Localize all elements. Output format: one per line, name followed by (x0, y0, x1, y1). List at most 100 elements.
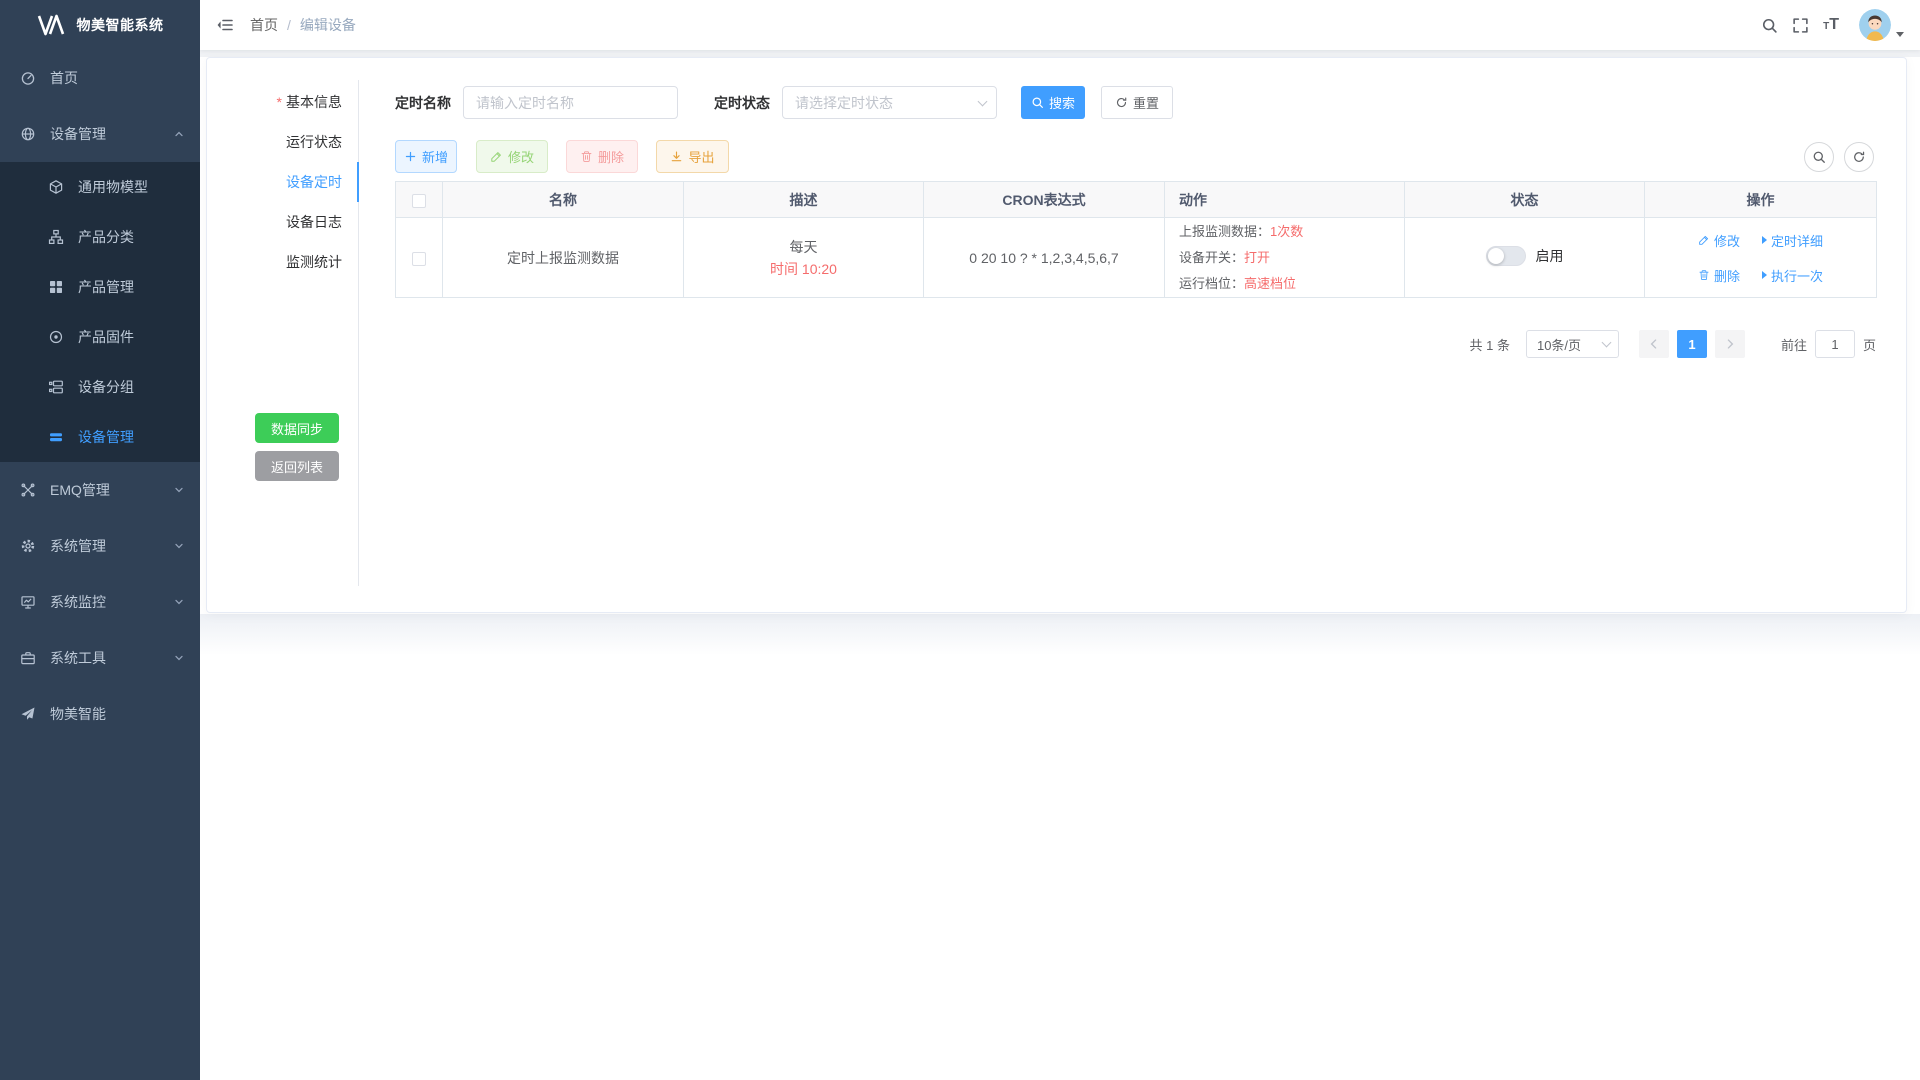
row-timer-detail-link[interactable]: 定时详细 (1762, 231, 1823, 250)
cell-name: 定时上报监测数据 (443, 218, 684, 298)
tab-run-status[interactable]: 运行状态 (207, 122, 358, 162)
timer-name-input[interactable] (463, 86, 678, 119)
breadcrumb: 首页 / 编辑设备 (250, 15, 356, 35)
cell-operations: 修改 定时详细 删除 (1645, 218, 1877, 298)
chevron-down-icon (174, 653, 184, 663)
refresh-icon (1115, 96, 1128, 109)
data-sync-button[interactable]: 数据同步 (255, 413, 339, 443)
emq-nodes-icon (20, 482, 36, 498)
search-icon (1031, 96, 1044, 109)
tab-label: 设备定时 (286, 174, 342, 190)
action-line: 运行档位：高速档位 (1179, 271, 1404, 297)
back-to-list-button[interactable]: 返回列表 (255, 451, 339, 481)
cell-description: 每天 时间 10:20 (684, 218, 924, 298)
sidebar-item-label: 设备分组 (78, 377, 134, 397)
tab-label: 基本信息 (286, 94, 342, 110)
tab-monitor-stats[interactable]: 监测统计 (207, 242, 358, 282)
sidebar-item-device-group[interactable]: 设备分组 (0, 362, 200, 412)
cell-actions: 上报监测数据：1次数 设备开关：打开 运行档位：高速档位 (1165, 218, 1405, 298)
column-status: 状态 (1405, 182, 1645, 218)
search-button[interactable]: 搜索 (1021, 86, 1085, 119)
chevron-up-icon (174, 129, 184, 139)
row-run-once-link[interactable]: 执行一次 (1762, 266, 1823, 285)
sidebar-item-device-management[interactable]: 设备管理 (0, 106, 200, 162)
plus-icon (404, 150, 417, 163)
sidebar-fold-icon[interactable] (216, 16, 234, 34)
caret-right-icon (1762, 236, 1767, 244)
table-row: 定时上报监测数据 每天 时间 10:20 0 20 10 ? * 1,2,3,4… (396, 218, 1877, 298)
timer-name-label: 定时名称 (395, 93, 451, 113)
prev-page-button[interactable] (1639, 330, 1669, 358)
table-header-row: 名称 描述 CRON表达式 动作 状态 操作 (396, 182, 1877, 218)
sidebar-item-thing-model[interactable]: 通用物模型 (0, 162, 200, 212)
sidebar-item-system-monitor[interactable]: 系统监控 (0, 574, 200, 630)
page-size-select[interactable]: 10条/页 (1526, 330, 1619, 358)
sidebar-item-label: 产品分类 (78, 227, 134, 247)
status-toggle[interactable] (1486, 246, 1526, 266)
toolbox-icon (20, 650, 36, 666)
chevron-down-icon (1602, 338, 1612, 348)
download-icon (670, 150, 683, 163)
sidebar-item-system-tools[interactable]: 系统工具 (0, 630, 200, 686)
app-logo[interactable]: 物美智能系统 (0, 0, 200, 50)
header-search-icon[interactable] (1761, 17, 1778, 34)
tab-device-timer[interactable]: 设备定时 (207, 162, 358, 202)
sitemap-icon (48, 229, 64, 245)
user-menu[interactable] (1859, 9, 1904, 41)
chevron-down-icon (174, 541, 184, 551)
select-all-checkbox[interactable] (412, 194, 426, 208)
row-checkbox[interactable] (412, 252, 426, 266)
desc-frequency: 每天 (684, 236, 923, 258)
status-label: 启用 (1536, 246, 1564, 266)
sidebar-item-product-management[interactable]: 产品管理 (0, 262, 200, 312)
export-button[interactable]: 导出 (656, 140, 729, 173)
tab-device-log[interactable]: 设备日志 (207, 202, 358, 242)
sidebar: 物美智能系统 首页 设备管理 通用物模型 产品分类 产品管理 产品固件 设备分组 (0, 0, 200, 1080)
sidebar-item-home[interactable]: 首页 (0, 50, 200, 106)
devices-icon (20, 126, 36, 142)
tab-label: 运行状态 (286, 134, 342, 150)
sidebar-item-product-category[interactable]: 产品分类 (0, 212, 200, 262)
sidebar-item-product-firmware[interactable]: 产品固件 (0, 312, 200, 362)
next-page-button[interactable] (1715, 330, 1745, 358)
sidebar-item-label: EMQ管理 (50, 480, 110, 500)
app-title: 物美智能系统 (77, 15, 164, 35)
sidebar-item-wumei-smart[interactable]: 物美智能 (0, 686, 200, 742)
breadcrumb-current: 编辑设备 (300, 15, 356, 35)
cell-cron: 0 20 10 ? * 1,2,3,4,5,6,7 (924, 218, 1165, 298)
sidebar-submenu-device: 通用物模型 产品分类 产品管理 产品固件 设备分组 设备管理 (0, 162, 200, 462)
pagination: 共 1 条 10条/页 1 前往 页 (395, 330, 1876, 358)
delete-button[interactable]: 删除 (566, 140, 638, 173)
tab-basic-info[interactable]: *基本信息 (207, 82, 358, 122)
trash-icon (1698, 269, 1710, 281)
goto-label: 前往 (1781, 335, 1807, 354)
sidebar-item-emq-management[interactable]: EMQ管理 (0, 462, 200, 518)
fullscreen-icon[interactable] (1792, 17, 1809, 34)
total-count: 共 1 条 (1470, 335, 1510, 354)
goto-page-input[interactable] (1815, 330, 1855, 358)
required-mark: * (277, 94, 282, 110)
timer-status-select[interactable]: 请选择定时状态 (782, 86, 997, 119)
firmware-icon (48, 329, 64, 345)
row-edit-link[interactable]: 修改 (1698, 231, 1740, 250)
chevron-down-icon (174, 485, 184, 495)
edit-button[interactable]: 修改 (476, 140, 548, 173)
refresh-table-button[interactable] (1844, 142, 1874, 172)
column-action: 动作 (1165, 182, 1405, 218)
reset-button[interactable]: 重置 (1101, 86, 1173, 119)
breadcrumb-home[interactable]: 首页 (250, 15, 278, 35)
page-number-1[interactable]: 1 (1677, 330, 1707, 358)
trash-icon (580, 150, 593, 163)
table-tools (1804, 142, 1874, 172)
caret-down-icon (1896, 32, 1904, 37)
content-bottom-fade (200, 614, 1920, 660)
pencil-icon (1698, 234, 1710, 246)
sidebar-item-device-list-active[interactable]: 设备管理 (0, 412, 200, 462)
add-button[interactable]: 新增 (395, 140, 457, 173)
row-delete-link[interactable]: 删除 (1698, 266, 1740, 285)
font-size-icon[interactable]: TT (1823, 17, 1839, 33)
breadcrumb-separator: / (287, 17, 291, 33)
toggle-search-button[interactable] (1804, 142, 1834, 172)
sidebar-item-system-management[interactable]: 系统管理 (0, 518, 200, 574)
sidebar-item-label: 设备管理 (50, 124, 106, 144)
